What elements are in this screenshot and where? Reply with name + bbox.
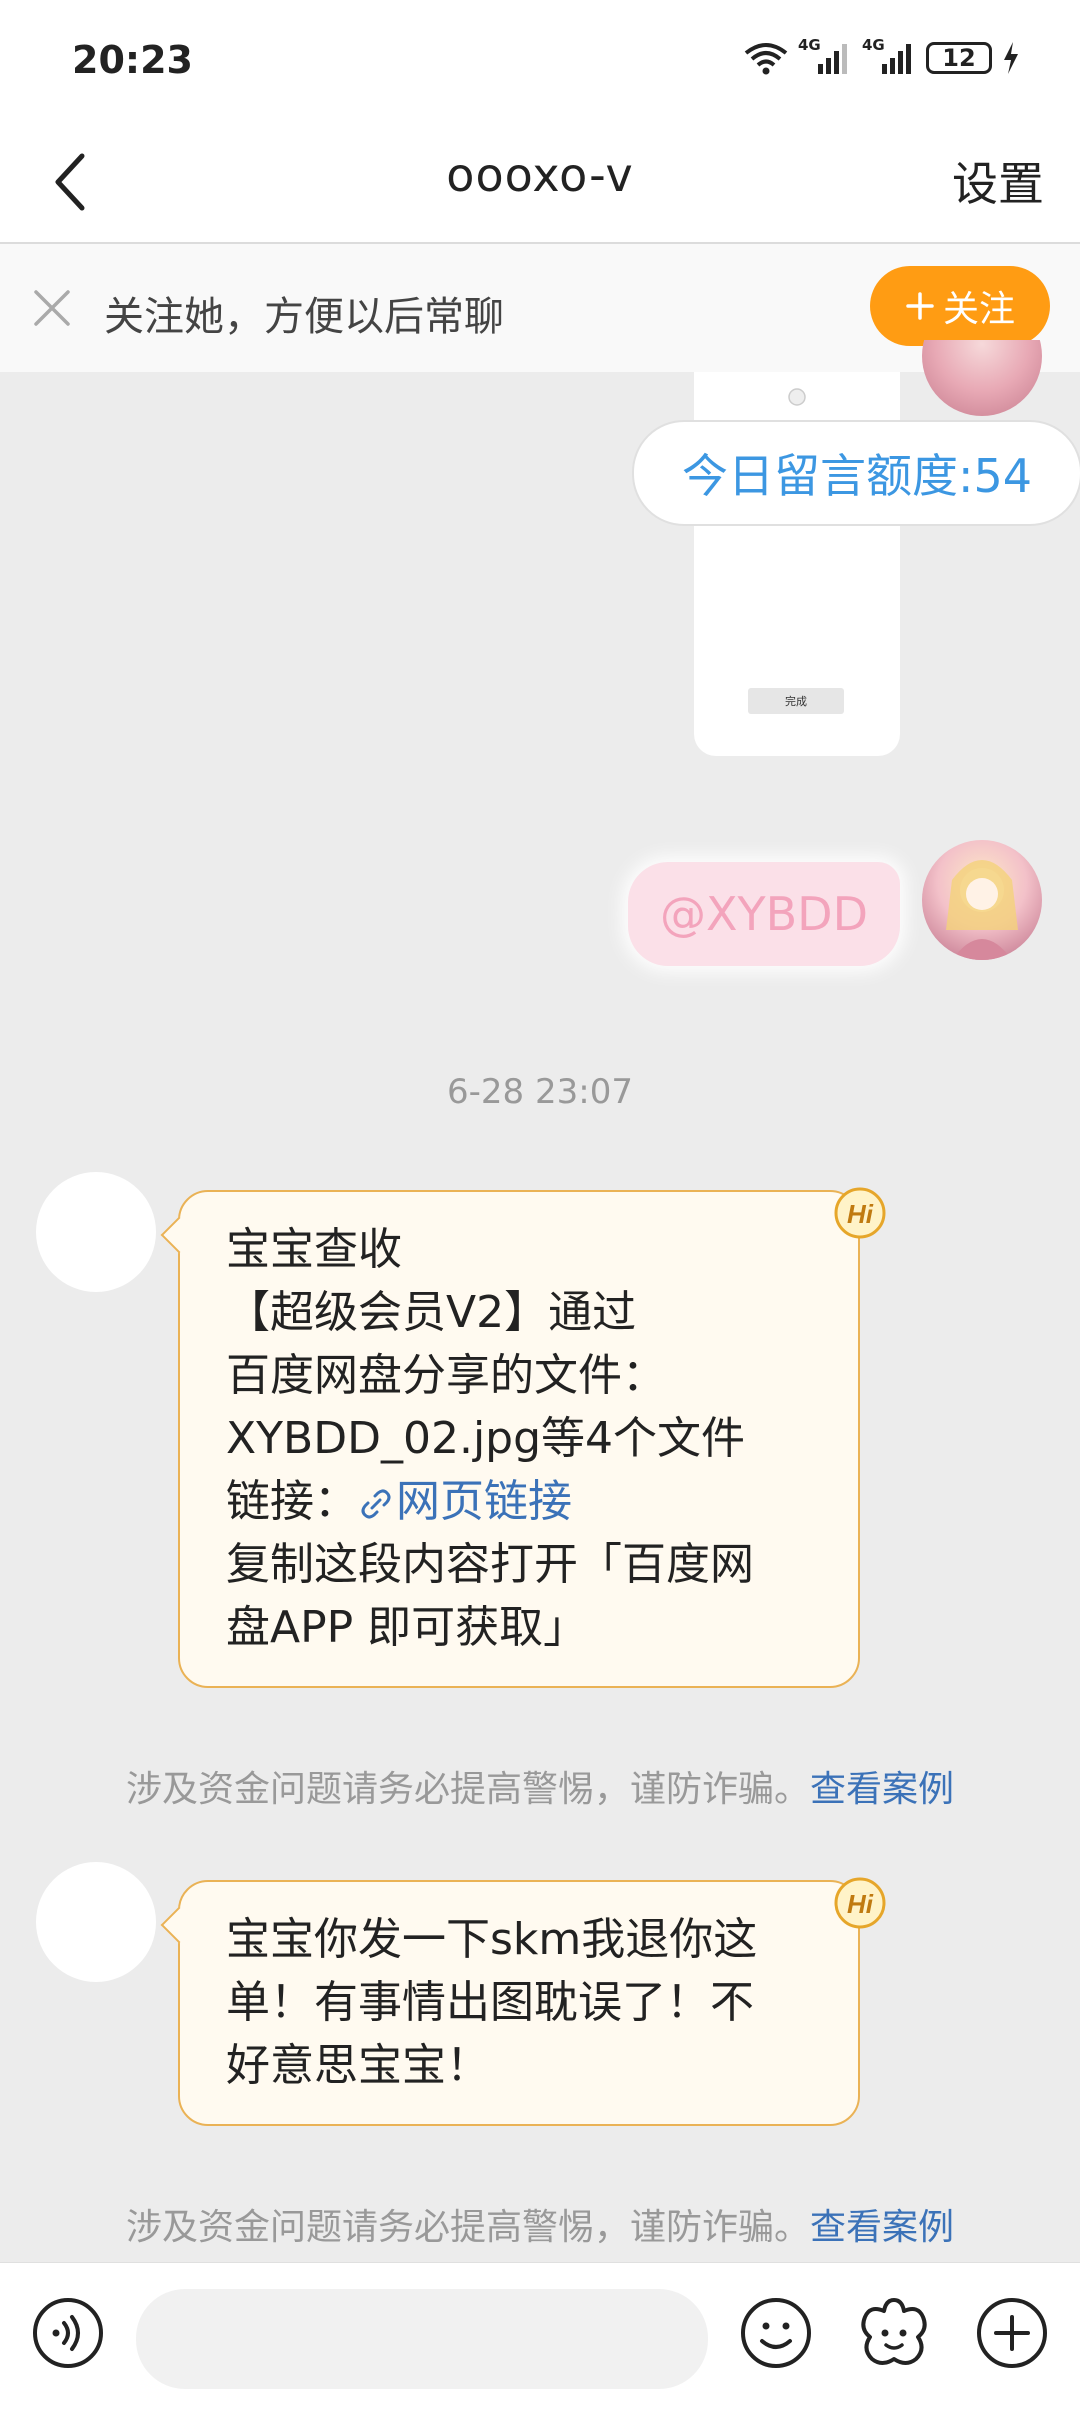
wifi-icon: [744, 43, 788, 75]
view-cases-link[interactable]: 查看案例: [810, 2207, 954, 2248]
message-line: 单！有事情出图耽误了！不: [226, 1977, 754, 2028]
my-message-bubble[interactable]: @XYBDD: [628, 862, 900, 966]
settings-button[interactable]: 设置: [952, 148, 1044, 214]
link-prefix: 链接：: [226, 1476, 358, 1527]
status-time: 20:23: [72, 38, 193, 82]
signal-icon: 4G: [798, 36, 852, 76]
avatar[interactable]: [36, 1172, 156, 1292]
signal-icon: 4G: [862, 36, 916, 76]
hi-badge-text: Hi: [847, 1199, 874, 1229]
chat-header: oooxo-v 设置: [0, 124, 1080, 244]
emoji-icon[interactable]: [738, 2295, 814, 2371]
fraud-warning: 涉及资金问题请务必提高警惕，谨防诈骗。查看案例: [0, 1760, 1080, 1812]
link-icon: [361, 1489, 391, 1519]
message-line: 宝宝你发一下skm我退你这: [226, 1914, 758, 1965]
close-icon[interactable]: [30, 286, 74, 330]
image-done-button: 完成: [748, 688, 844, 714]
view-cases-link[interactable]: 查看案例: [810, 1769, 954, 1810]
follow-button[interactable]: 关注: [870, 266, 1050, 346]
hi-badge-icon: Hi: [834, 1187, 886, 1239]
message-line: 好意思宝宝！: [226, 2040, 490, 2091]
message-link-line: 链接： 网页链接: [226, 1470, 812, 1533]
quota-badge: 今日留言额度:54: [632, 420, 1080, 526]
status-bar: 20:23 4G 4G 12: [0, 0, 1080, 124]
add-icon[interactable]: [974, 2295, 1050, 2371]
message-line: XYBDD_02.jpg等4个文件: [226, 1413, 746, 1464]
fraud-warning: 涉及资金问题请务必提高警惕，谨防诈骗。查看案例: [0, 2198, 1080, 2250]
web-link[interactable]: 网页链接: [358, 1476, 572, 1527]
fraud-warning-text: 涉及资金问题请务必提高警惕，谨防诈骗。: [125, 1769, 810, 1810]
input-bar: [0, 2262, 1080, 2413]
avatar[interactable]: [922, 340, 1042, 416]
web-link-label: 网页链接: [396, 1476, 572, 1527]
avatar-illustration: [946, 860, 1018, 960]
hi-badge-text: Hi: [847, 1889, 874, 1919]
sticker-icon[interactable]: [856, 2295, 932, 2371]
message-line: 百度网盘分享的文件：: [226, 1350, 666, 1401]
chat-title: oooxo-v: [446, 148, 634, 202]
received-message-bubble[interactable]: Hi 宝宝查收 【超级会员V2】通过 百度网盘分享的文件： XYBDD_02.j…: [160, 1187, 886, 1688]
avatar[interactable]: [922, 840, 1042, 960]
received-message-bubble[interactable]: Hi 宝宝你发一下skm我退你这 单！有事情出图耽误了！不 好意思宝宝！: [160, 1877, 886, 2126]
charging-icon: [1004, 42, 1018, 74]
fraud-warning-text: 涉及资金问题请务必提高警惕，谨防诈骗。: [125, 2207, 810, 2248]
battery-icon: 12: [926, 42, 992, 74]
battery-level: 12: [942, 44, 976, 72]
hi-badge-icon: Hi: [834, 1877, 886, 1929]
follow-button-label: 关注: [942, 289, 1015, 330]
message-line: 盘APP 即可获取」: [226, 1602, 588, 1653]
follow-prompt: 关注她，方便以后常聊: [104, 294, 504, 340]
message-input[interactable]: [136, 2289, 708, 2389]
system-icons: 4G 4G 12: [744, 36, 1020, 76]
message-line: 宝宝查收: [226, 1224, 402, 1275]
voice-icon[interactable]: [30, 2295, 106, 2371]
message-timestamp: 6-28 23:07: [447, 1072, 633, 1112]
plus-icon: [906, 292, 934, 320]
follow-banner: 关注她，方便以后常聊 关注: [0, 244, 1080, 372]
message-line: 复制这段内容打开「百度网: [226, 1539, 754, 1590]
image-thumbnail-icon: [788, 388, 806, 406]
avatar[interactable]: [36, 1862, 156, 1982]
message-line: 【超级会员V2】通过: [226, 1287, 637, 1338]
